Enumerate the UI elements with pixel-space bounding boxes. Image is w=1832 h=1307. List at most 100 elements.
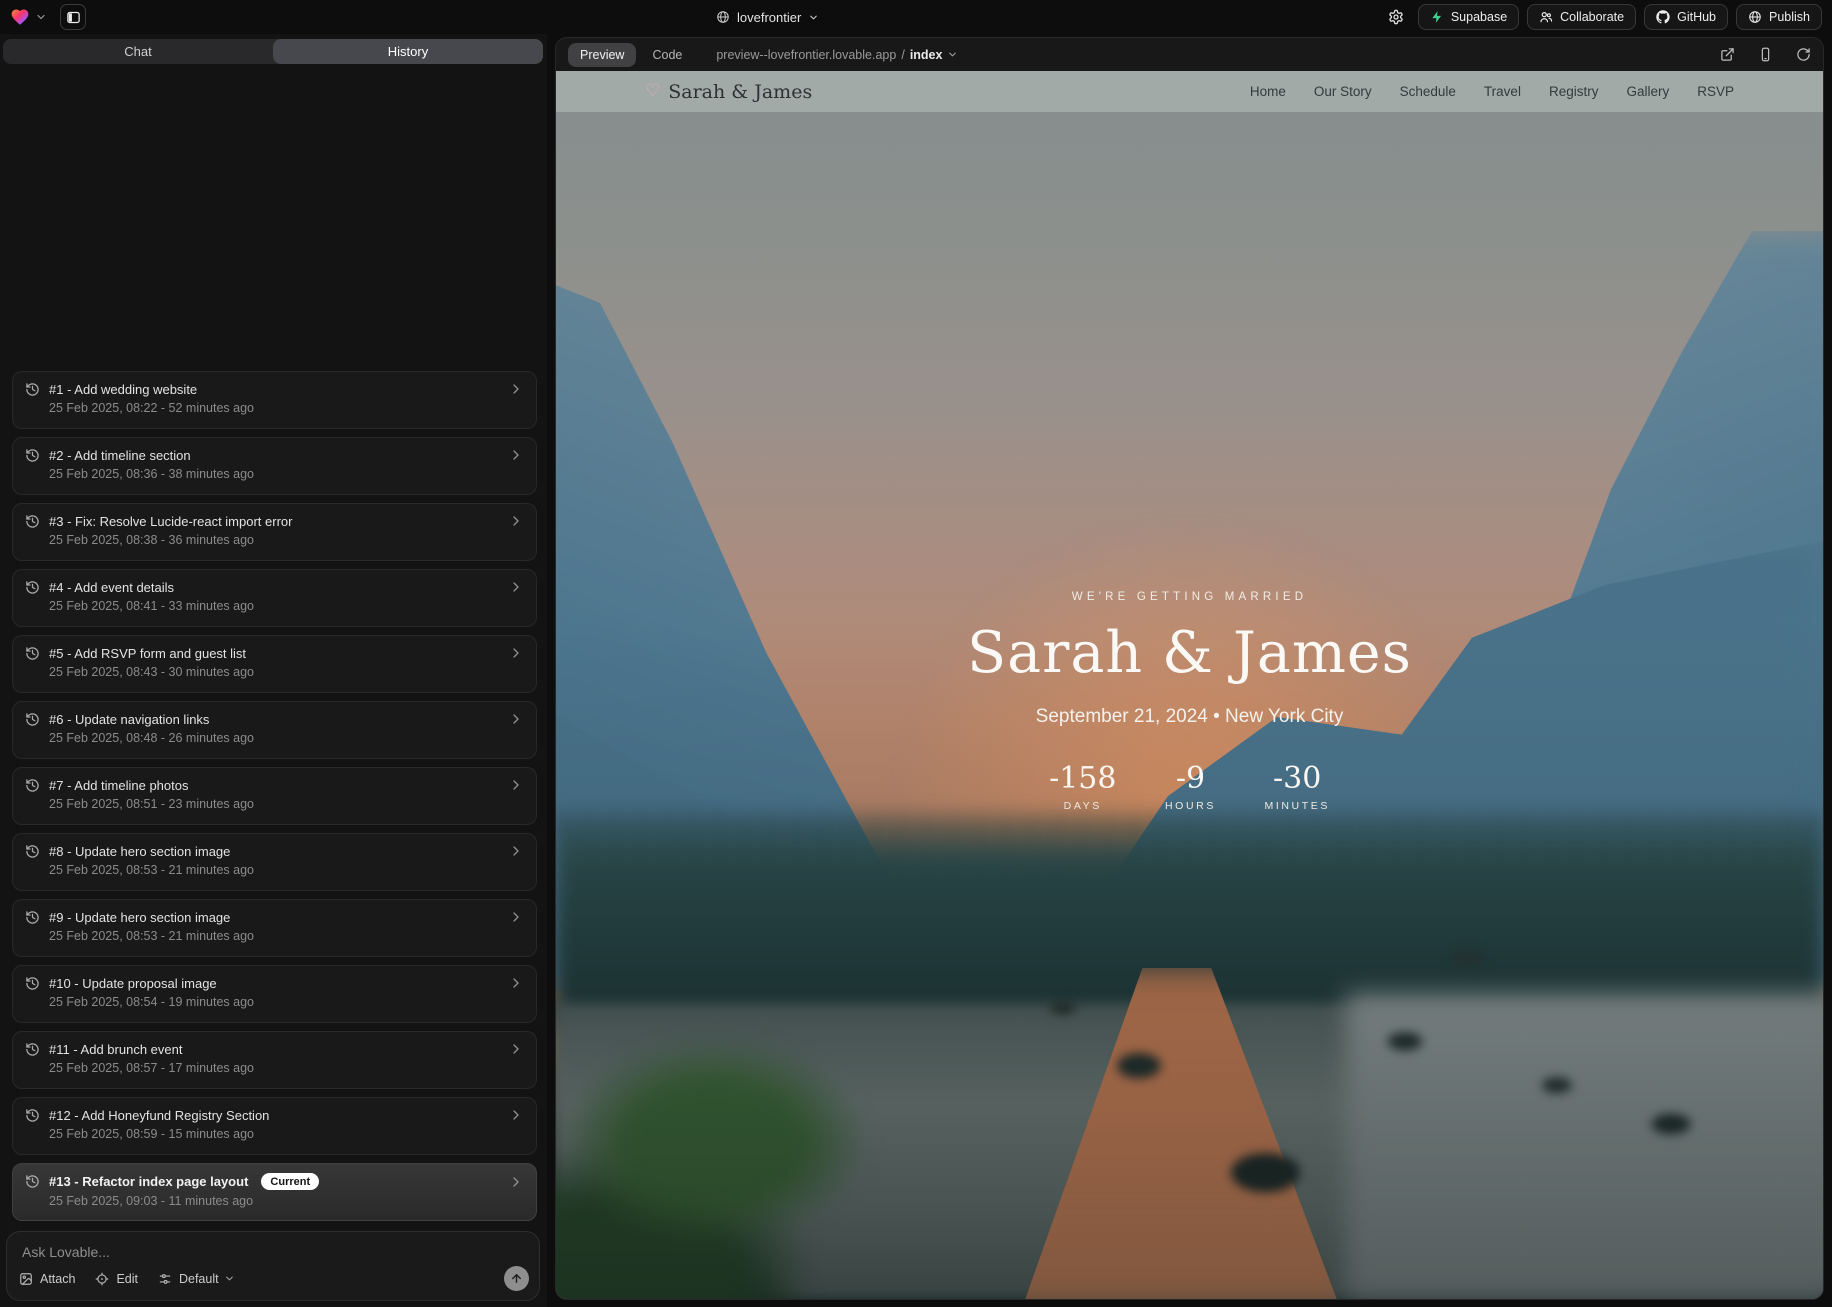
site-nav-schedule[interactable]: Schedule (1400, 84, 1456, 99)
history-item-title: #12 - Add Honeyfund Registry Section (49, 1108, 269, 1123)
history-item-row: #10 - Update proposal image (25, 975, 524, 991)
image-icon (19, 1272, 33, 1286)
history-item-row: #13 - Refactor index page layout Current (25, 1173, 524, 1190)
chevron-right-icon[interactable] (508, 777, 524, 793)
chevron-down-icon[interactable] (35, 11, 47, 23)
countdown: -158 DAYS -9 HOURS -30 MINUTES (556, 761, 1823, 812)
site-nav-rsvp[interactable]: RSVP (1697, 84, 1734, 99)
history-item-title: #7 - Add timeline photos (49, 778, 188, 793)
history-item[interactable]: #7 - Add timeline photos 25 Feb 2025, 08… (12, 767, 537, 825)
history-item-row: #7 - Add timeline photos (25, 777, 524, 793)
site-nav-travel[interactable]: Travel (1484, 84, 1521, 99)
hero-date-location: September 21, 2024 • New York City (556, 706, 1823, 728)
countdown-value: -158 (1049, 761, 1116, 796)
chevron-right-icon[interactable] (508, 447, 524, 463)
sliders-icon (158, 1272, 172, 1286)
composer[interactable]: Ask Lovable... Attach Edit (6, 1231, 540, 1301)
history-item-row: #6 - Update navigation links (25, 711, 524, 727)
preview-toolbar: Preview Code preview--lovefrontier.lovab… (556, 38, 1823, 71)
history-item-title: #10 - Update proposal image (49, 976, 217, 991)
users-icon (1539, 10, 1553, 24)
tab-chat[interactable]: Chat (3, 39, 273, 64)
project-switcher[interactable]: lovefrontier (716, 0, 819, 34)
mode-select[interactable]: Default (158, 1272, 235, 1286)
collaborate-button[interactable]: Collaborate (1527, 4, 1636, 30)
history-item[interactable]: #13 - Refactor index page layout Current… (12, 1163, 537, 1221)
chevron-right-icon[interactable] (508, 645, 524, 661)
chevron-right-icon[interactable] (508, 843, 524, 859)
history-item-row: #1 - Add wedding website (25, 381, 524, 397)
chevron-right-icon[interactable] (508, 975, 524, 991)
preview-url[interactable]: preview--lovefrontier.lovable.app / inde… (716, 48, 958, 62)
topbar-actions: Supabase Collaborate GitHub Publish (1382, 4, 1822, 30)
chevron-right-icon[interactable] (508, 1174, 524, 1190)
history-item[interactable]: #11 - Add brunch event 25 Feb 2025, 08:5… (12, 1031, 537, 1089)
chevron-right-icon[interactable] (508, 381, 524, 397)
countdown-value: -30 (1264, 761, 1329, 796)
open-external-icon[interactable] (1720, 47, 1735, 62)
site-nav: Home Our Story Schedule Travel Registry Galle… (1250, 84, 1734, 99)
history-item[interactable]: #6 - Update navigation links 25 Feb 2025… (12, 701, 537, 759)
history-item-meta: 25 Feb 2025, 08:43 - 30 minutes ago (49, 665, 524, 679)
history-icon (25, 1174, 40, 1189)
arrow-up-icon (510, 1272, 523, 1285)
tab-preview[interactable]: Preview (568, 43, 636, 67)
tab-history[interactable]: History (273, 39, 543, 64)
history-item[interactable]: #2 - Add timeline section 25 Feb 2025, 0… (12, 437, 537, 495)
attach-button[interactable]: Attach (19, 1272, 75, 1286)
history-item[interactable]: #5 - Add RSVP form and guest list 25 Feb… (12, 635, 537, 693)
gear-icon (1388, 9, 1404, 25)
history-item-title: #6 - Update navigation links (49, 712, 209, 727)
chevron-right-icon[interactable] (508, 909, 524, 925)
chevron-right-icon[interactable] (508, 711, 524, 727)
topbar: lovefrontier Supabase Collaborate (0, 0, 1832, 34)
history-item[interactable]: #1 - Add wedding website 25 Feb 2025, 08… (12, 371, 537, 429)
publish-button[interactable]: Publish (1736, 4, 1822, 30)
github-button[interactable]: GitHub (1644, 4, 1728, 30)
chevron-right-icon[interactable] (508, 579, 524, 595)
settings-button[interactable] (1382, 4, 1410, 30)
chevron-down-icon (947, 49, 958, 60)
site-nav-registry[interactable]: Registry (1549, 84, 1599, 99)
mobile-view-icon[interactable] (1758, 47, 1773, 62)
history-icon (25, 1042, 40, 1057)
lovable-logo-icon[interactable] (10, 7, 30, 27)
countdown-unit: -158 DAYS (1049, 761, 1116, 812)
chevron-right-icon[interactable] (508, 1041, 524, 1057)
chat-input-placeholder[interactable]: Ask Lovable... (22, 1244, 110, 1260)
send-button[interactable] (504, 1266, 529, 1291)
history-item-row: #12 - Add Honeyfund Registry Section (25, 1107, 524, 1123)
history-item[interactable]: #10 - Update proposal image 25 Feb 2025,… (12, 965, 537, 1023)
supabase-button[interactable]: Supabase (1418, 4, 1519, 30)
edit-button[interactable]: Edit (95, 1272, 138, 1286)
history-item-row: #11 - Add brunch event (25, 1041, 524, 1057)
history-item[interactable]: #3 - Fix: Resolve Lucide-react import er… (12, 503, 537, 561)
chevron-right-icon[interactable] (508, 1107, 524, 1123)
site-header-inner: ♡ Sarah & James Home Our Story Schedule Tra… (556, 81, 1823, 103)
history-item[interactable]: #4 - Add event details 25 Feb 2025, 08:4… (12, 569, 537, 627)
history-item[interactable]: #12 - Add Honeyfund Registry Section 25 … (12, 1097, 537, 1155)
history-item-row: #2 - Add timeline section (25, 447, 524, 463)
history-item[interactable]: #8 - Update hero section image 25 Feb 20… (12, 833, 537, 891)
site-nav-home[interactable]: Home (1250, 84, 1286, 99)
countdown-label: DAYS (1049, 800, 1116, 812)
hero-eyebrow: WE'RE GETTING MARRIED (556, 591, 1823, 603)
history-item-meta: 25 Feb 2025, 08:22 - 52 minutes ago (49, 401, 524, 415)
tab-code[interactable]: Code (640, 43, 694, 67)
history-icon (25, 646, 40, 661)
site-logo[interactable]: ♡ Sarah & James (645, 81, 812, 103)
target-icon (95, 1272, 109, 1286)
history-item[interactable]: #9 - Update hero section image 25 Feb 20… (12, 899, 537, 957)
site-logo-text: Sarah & James (668, 81, 812, 103)
history-item-title: #3 - Fix: Resolve Lucide-react import er… (49, 514, 292, 529)
preview-url-separator: / (901, 48, 904, 62)
chevron-right-icon[interactable] (508, 513, 524, 529)
site-nav-our-story[interactable]: Our Story (1314, 84, 1372, 99)
refresh-icon[interactable] (1796, 47, 1811, 62)
history-icon (25, 448, 40, 463)
history-item-row: #9 - Update hero section image (25, 909, 524, 925)
preview-url-host: preview--lovefrontier.lovable.app (716, 48, 896, 62)
sidebar-toggle-button[interactable] (60, 4, 86, 30)
site-nav-gallery[interactable]: Gallery (1626, 84, 1669, 99)
history-icon (25, 778, 40, 793)
